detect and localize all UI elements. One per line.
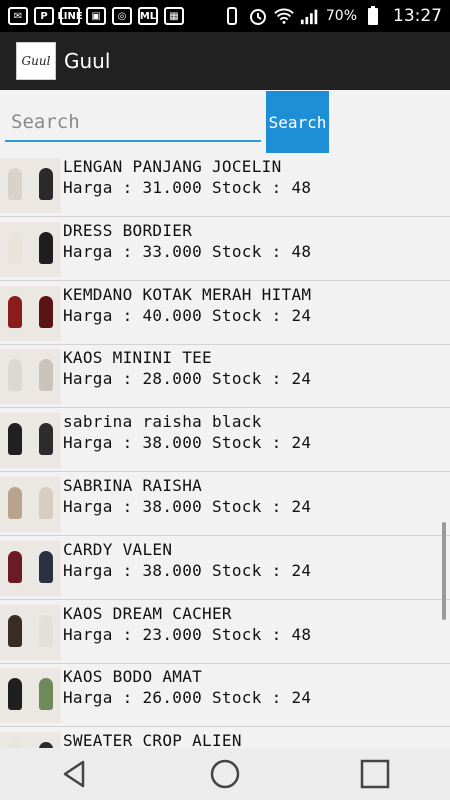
list-item[interactable]: SABRINA RAISHA Harga : 38.000 Stock : 24 bbox=[0, 473, 450, 536]
gallery-icon: ▣ bbox=[86, 7, 106, 25]
product-thumbnail bbox=[0, 158, 61, 213]
product-price-stock: Harga : 38.000 Stock : 24 bbox=[63, 560, 312, 580]
product-thumbnail bbox=[0, 668, 61, 724]
product-info: SABRINA RAISHA Harga : 38.000 Stock : 24 bbox=[63, 475, 311, 517]
battery-icon bbox=[363, 6, 383, 25]
product-name: KEMDANO KOTAK MERAH HITAM bbox=[63, 284, 312, 304]
product-info: KEMDANO KOTAK MERAH HITAM Harga : 40.000 … bbox=[63, 284, 311, 326]
app-icon: ▦ bbox=[164, 7, 184, 25]
product-thumbnail bbox=[0, 221, 61, 277]
app-logo-text: Guul bbox=[21, 54, 51, 68]
product-name: SABRINA RAISHA bbox=[63, 476, 203, 495]
product-name: KAOS MININI TEE bbox=[63, 348, 212, 368]
product-name: CARDY VALEN bbox=[63, 539, 173, 559]
list-item[interactable]: LENGAN PANJANG JOCELIN Harga : 31.000 Sto… bbox=[0, 154, 450, 217]
product-info: CARDY VALEN Harga : 38.000 Stock : 24 bbox=[63, 539, 311, 581]
product-thumbnail bbox=[0, 540, 61, 596]
list-item[interactable]: sabrina raisha black Harga : 38.000 Stock… bbox=[0, 409, 450, 473]
product-price-stock: Harga : 28.000 Stock : 24 bbox=[63, 369, 312, 389]
product-info: KAOS BODO AMAT Harga : 26.000 Stock : 24 bbox=[63, 666, 311, 708]
product-thumbnail bbox=[0, 285, 61, 341]
product-price-stock: Harga : 38.000 Stock : 24 bbox=[63, 497, 312, 516]
alarm-icon bbox=[248, 7, 268, 25]
vibrate-icon bbox=[222, 7, 242, 25]
notification-icons: ✉ P LINE ▣ ◎ ML ▦ bbox=[8, 7, 184, 25]
product-price-stock: Harga : 31.000 Stock : 48 bbox=[63, 178, 312, 197]
product-info: KAOS MININI TEE Harga : 28.000 Stock : 24 bbox=[63, 347, 311, 389]
back-icon bbox=[63, 760, 85, 788]
instagram-icon: ◎ bbox=[112, 7, 132, 25]
ml-icon: ML bbox=[138, 7, 158, 25]
search-button[interactable]: Search bbox=[266, 91, 329, 153]
recents-button[interactable] bbox=[355, 754, 395, 794]
list-item[interactable]: KAOS DREAM CACHER Harga : 23.000 Stock : … bbox=[0, 601, 450, 664]
navigation-bar bbox=[0, 748, 450, 800]
product-info: DRESS BORDIER Harga : 33.000 Stock : 48 bbox=[63, 220, 311, 262]
back-button[interactable] bbox=[55, 754, 95, 794]
list-item[interactable]: DRESS BORDIER Harga : 33.000 Stock : 48 bbox=[0, 218, 450, 281]
status-bar: ✉ P LINE ▣ ◎ ML ▦ 70% 13:27 bbox=[0, 0, 450, 32]
product-list[interactable]: LENGAN PANJANG JOCELIN Harga : 31.000 Sto… bbox=[0, 154, 450, 748]
product-price-stock: Harga : 40.000 Stock : 24 bbox=[63, 305, 312, 325]
line-icon: LINE bbox=[57, 7, 83, 25]
product-price-stock: Harga : 33.000 Stock : 48 bbox=[63, 241, 312, 261]
product-price-stock: Harga : 38.000 Stock : 24 bbox=[63, 433, 312, 453]
product-name: DRESS BORDIER bbox=[63, 220, 193, 240]
clock: 13:27 bbox=[393, 6, 442, 26]
app-title: Guul bbox=[64, 49, 111, 73]
search-input[interactable] bbox=[5, 104, 261, 142]
product-thumbnail bbox=[0, 413, 61, 469]
battery-percent: 70% bbox=[325, 8, 357, 24]
product-thumbnail bbox=[0, 732, 61, 748]
product-info: KAOS DREAM CACHER Harga : 23.000 Stock : … bbox=[63, 603, 311, 645]
recents-icon bbox=[360, 759, 390, 789]
product-thumbnail bbox=[0, 604, 61, 660]
product-name: LENGAN PANJANG JOCELIN bbox=[63, 157, 282, 176]
list-item[interactable]: KAOS BODO AMAT Harga : 26.000 Stock : 24 bbox=[0, 664, 450, 728]
product-info: sabrina raisha black Harga : 38.000 Stock… bbox=[63, 411, 311, 453]
wifi-icon bbox=[274, 7, 294, 25]
list-item[interactable]: KAOS MININI TEE Harga : 28.000 Stock : 24 bbox=[0, 345, 450, 409]
product-thumbnail bbox=[0, 349, 61, 405]
app-bar: Guul Guul bbox=[0, 32, 450, 90]
product-info: SWEATER CROP ALIEN bbox=[63, 730, 242, 748]
product-name: KAOS BODO AMAT bbox=[63, 667, 203, 687]
pinterest-icon: P bbox=[34, 7, 54, 25]
product-info: LENGAN PANJANG JOCELIN Harga : 31.000 Sto… bbox=[63, 156, 311, 198]
product-thumbnail bbox=[0, 477, 61, 532]
home-button[interactable] bbox=[205, 754, 245, 794]
home-icon bbox=[210, 759, 240, 789]
product-name: sabrina raisha black bbox=[63, 412, 262, 432]
app-logo: Guul bbox=[16, 42, 56, 80]
list-item[interactable]: CARDY VALEN Harga : 38.000 Stock : 24 bbox=[0, 537, 450, 600]
messenger-icon: ✉ bbox=[8, 7, 28, 25]
product-name: KAOS DREAM CACHER bbox=[63, 603, 232, 623]
list-item[interactable]: KEMDANO KOTAK MERAH HITAM Harga : 40.000 … bbox=[0, 282, 450, 345]
system-indicators: 70% 13:27 bbox=[222, 6, 442, 26]
product-price-stock: Harga : 23.000 Stock : 48 bbox=[63, 624, 312, 644]
scrollbar[interactable] bbox=[442, 522, 446, 620]
signal-icon bbox=[300, 7, 320, 25]
list-item[interactable]: SWEATER CROP ALIEN bbox=[0, 728, 450, 748]
product-name: SWEATER CROP ALIEN bbox=[63, 731, 242, 748]
product-price-stock: Harga : 26.000 Stock : 24 bbox=[63, 688, 312, 708]
